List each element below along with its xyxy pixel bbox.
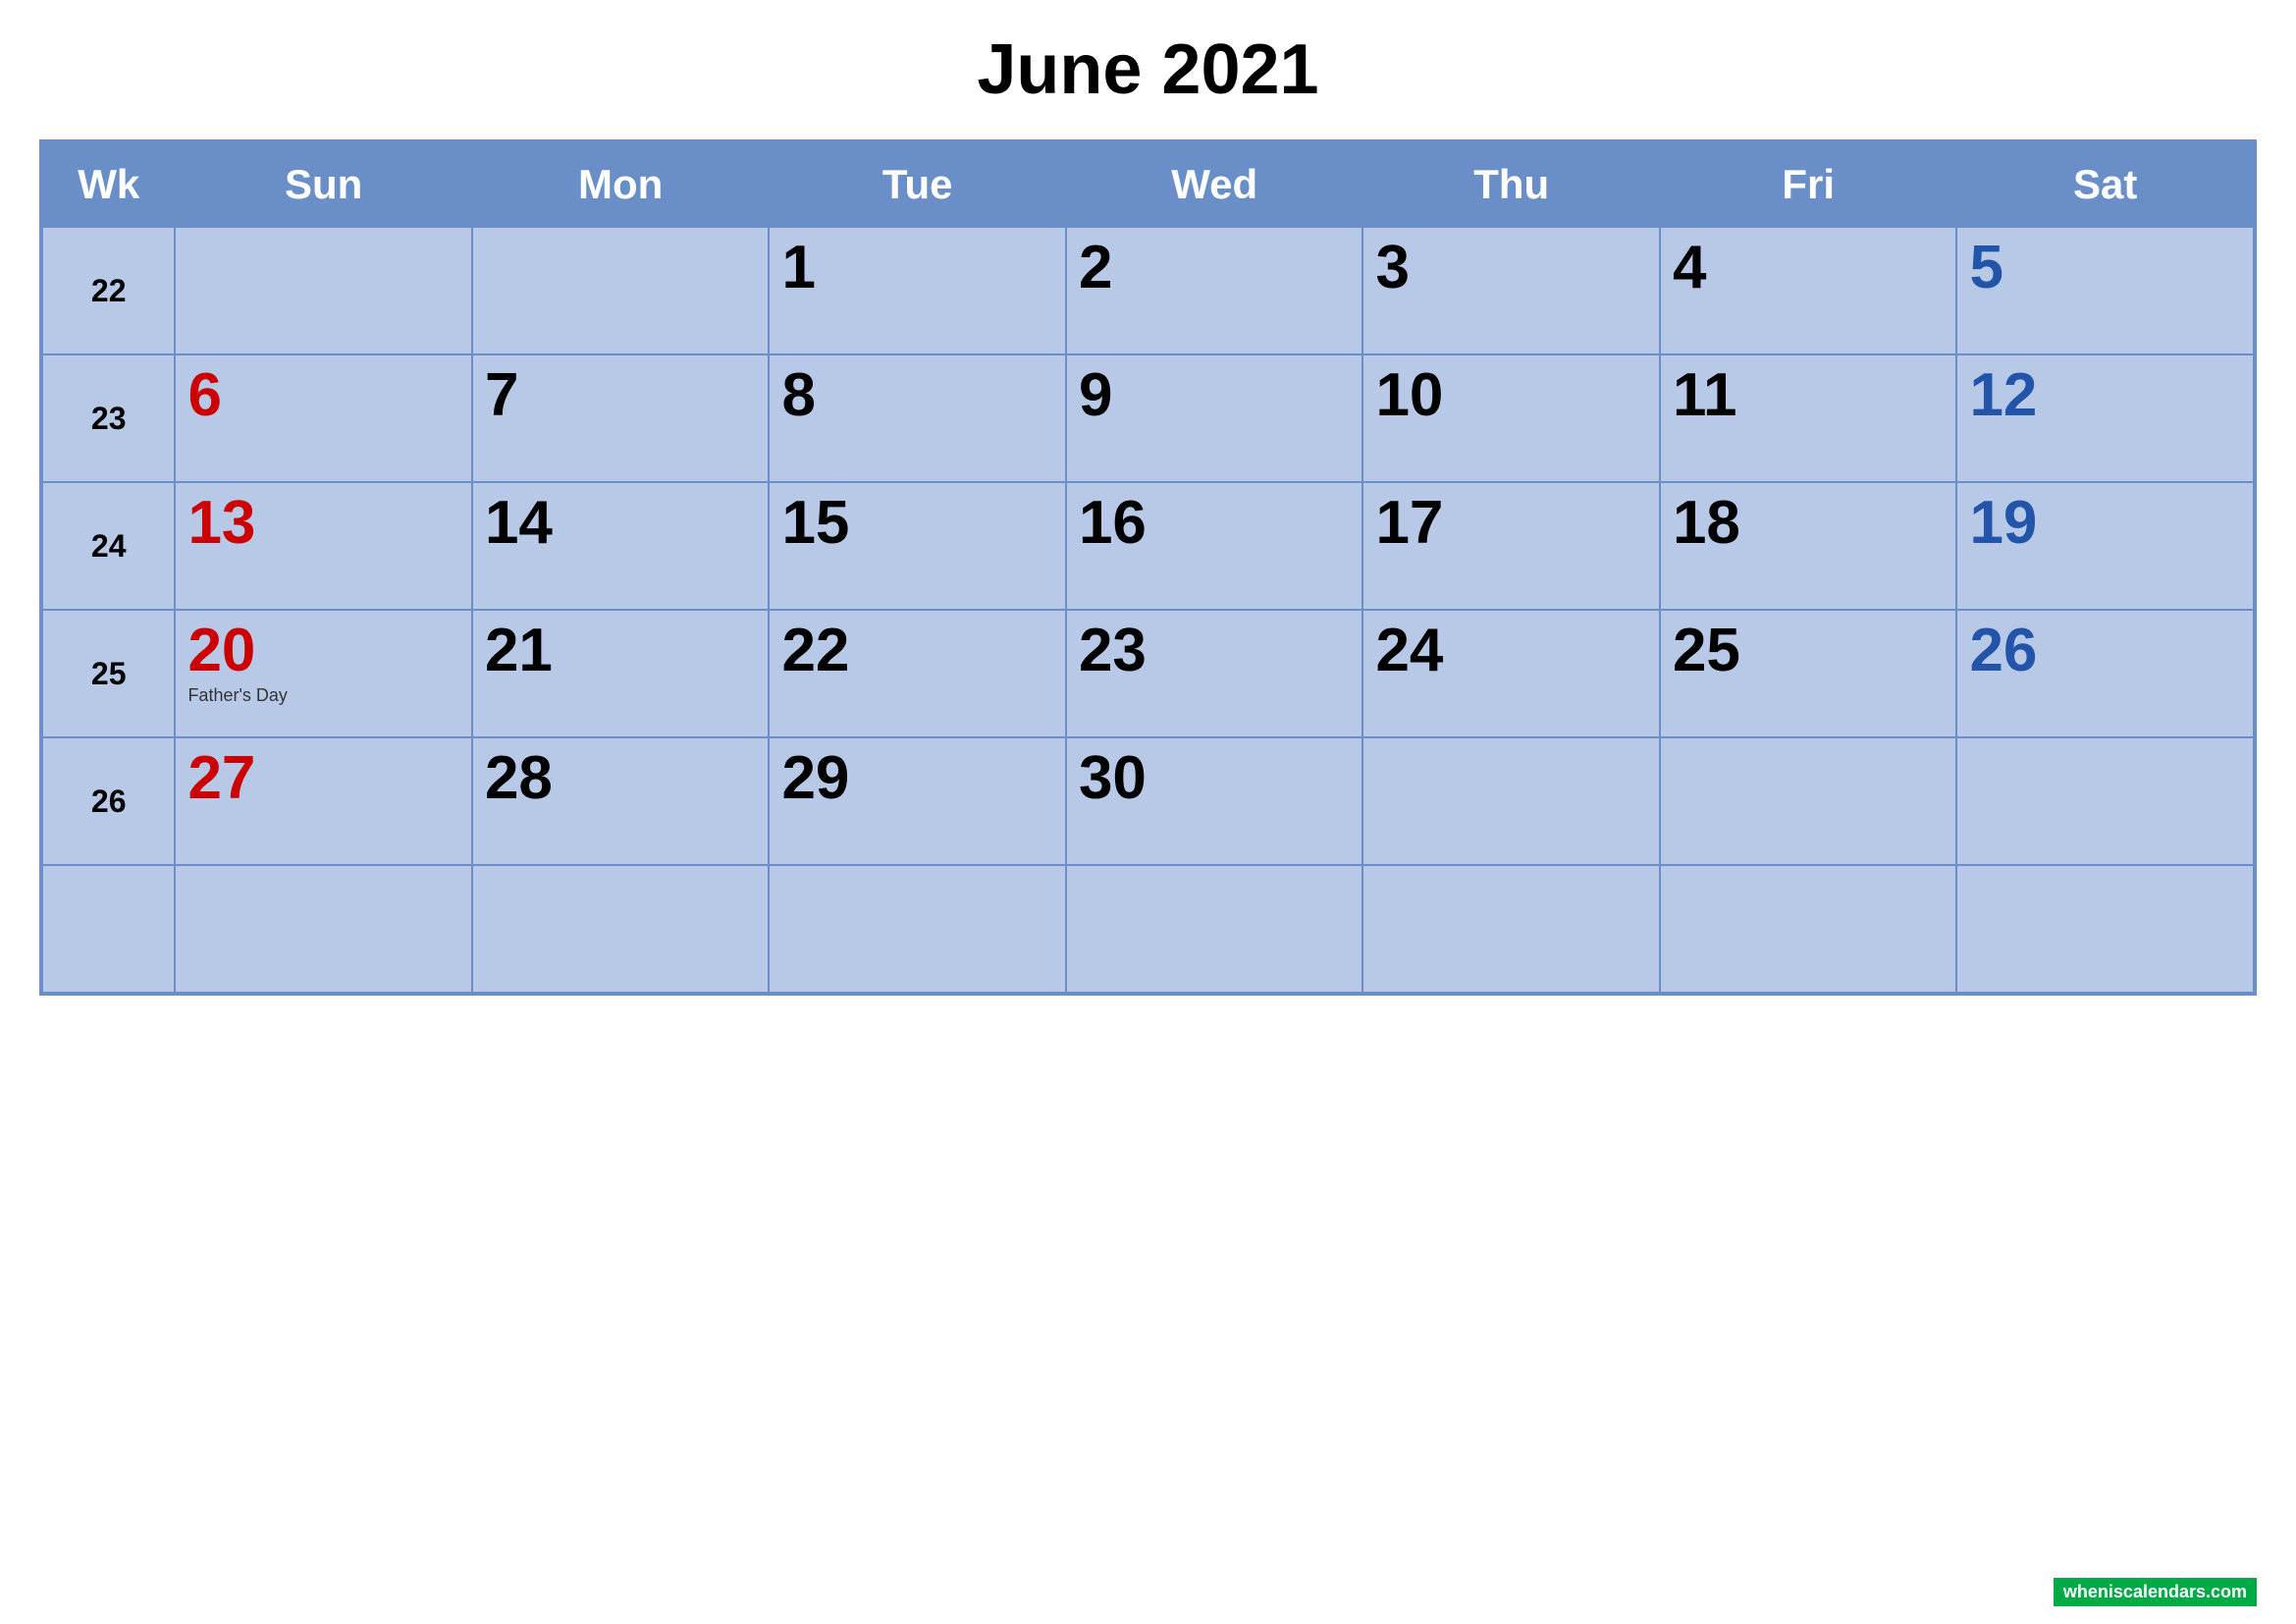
empty-last-cell <box>1956 865 2254 993</box>
day-number-17: 17 <box>1375 493 1647 554</box>
week-number-25: 25 <box>42 610 175 737</box>
day-cell-28: 28 <box>472 737 770 865</box>
day-cell-21: 21 <box>472 610 770 737</box>
day-number-16: 16 <box>1079 493 1351 554</box>
watermark-text: wheniscalendars.com <box>2063 1582 2247 1601</box>
day-cell-7: 7 <box>472 354 770 482</box>
day-cell-29: 29 <box>769 737 1066 865</box>
day-cell-4: 4 <box>1660 227 1957 354</box>
header-row: Wk Sun Mon Tue Wed Thu Fri Sat <box>42 142 2254 227</box>
day-number-7: 7 <box>485 365 757 426</box>
day-number-3: 3 <box>1375 238 1647 298</box>
calendar-row-24: 2413 14 15 16 17 18 19 <box>42 482 2254 610</box>
day-number-20: 20 <box>187 621 459 681</box>
empty-last-cell <box>42 865 175 993</box>
day-number-6: 6 <box>187 365 459 426</box>
day-number-14: 14 <box>485 493 757 554</box>
day-cell-22: 22 <box>769 610 1066 737</box>
day-number-10: 10 <box>1375 365 1647 426</box>
day-cell-26: 26 <box>1956 610 2254 737</box>
day-cell-2: 2 <box>1066 227 1363 354</box>
day-cell-1: 1 <box>769 227 1066 354</box>
empty-cell <box>1956 737 2254 865</box>
day-cell-30: 30 <box>1066 737 1363 865</box>
day-cell-25: 25 <box>1660 610 1957 737</box>
day-cell-15: 15 <box>769 482 1066 610</box>
day-number-21: 21 <box>485 621 757 681</box>
empty-last-cell <box>1066 865 1363 993</box>
header-sat: Sat <box>1956 142 2254 227</box>
header-fri: Fri <box>1660 142 1957 227</box>
day-number-4: 4 <box>1673 238 1945 298</box>
day-number-18: 18 <box>1673 493 1945 554</box>
day-number-30: 30 <box>1079 748 1351 809</box>
day-cell-17: 17 <box>1362 482 1660 610</box>
week-number-26: 26 <box>42 737 175 865</box>
calendar-row-25: 2520Father's Day212223242526 <box>42 610 2254 737</box>
day-number-1: 1 <box>781 238 1053 298</box>
day-number-24: 24 <box>1375 621 1647 681</box>
header-sun: Sun <box>175 142 472 227</box>
day-cell-18: 18 <box>1660 482 1957 610</box>
empty-last-cell <box>175 865 472 993</box>
day-number-19: 19 <box>1969 493 2241 554</box>
day-number-22: 22 <box>781 621 1053 681</box>
calendar-container: Wk Sun Mon Tue Wed Thu Fri Sat 221234523… <box>39 139 2257 996</box>
header-thu: Thu <box>1362 142 1660 227</box>
day-cell-13: 13 <box>175 482 472 610</box>
week-number-24: 24 <box>42 482 175 610</box>
day-cell-27: 27 <box>175 737 472 865</box>
day-number-2: 2 <box>1079 238 1351 298</box>
empty-cell <box>175 227 472 354</box>
day-cell-8: 8 <box>769 354 1066 482</box>
week-number-22: 22 <box>42 227 175 354</box>
empty-cell <box>1362 737 1660 865</box>
day-cell-3: 3 <box>1362 227 1660 354</box>
day-cell-9: 9 <box>1066 354 1363 482</box>
day-number-27: 27 <box>187 748 459 809</box>
header-mon: Mon <box>472 142 770 227</box>
day-cell-20: 20 Father's Day <box>175 610 472 737</box>
day-number-9: 9 <box>1079 365 1351 426</box>
calendar-row-22: 22 12345 <box>42 227 2254 354</box>
day-cell-24: 24 <box>1362 610 1660 737</box>
day-number-25: 25 <box>1673 621 1945 681</box>
header-tue: Tue <box>769 142 1066 227</box>
day-cell-11: 11 <box>1660 354 1957 482</box>
day-cell-10: 10 <box>1362 354 1660 482</box>
day-number-11: 11 <box>1673 365 1945 426</box>
day-number-23: 23 <box>1079 621 1351 681</box>
calendar-row-23: 236789 10 11 12 <box>42 354 2254 482</box>
empty-last-cell <box>472 865 770 993</box>
empty-last-cell <box>769 865 1066 993</box>
empty-row <box>42 865 2254 993</box>
empty-last-cell <box>1660 865 1957 993</box>
page-title: June 2021 <box>977 29 1318 110</box>
day-cell-14: 14 <box>472 482 770 610</box>
watermark-link[interactable]: wheniscalendars.com <box>2054 1578 2257 1606</box>
empty-cell <box>472 227 770 354</box>
day-number-13: 13 <box>187 493 459 554</box>
day-number-26: 26 <box>1969 621 2241 681</box>
day-cell-23: 23 <box>1066 610 1363 737</box>
day-cell-12: 12 <box>1956 354 2254 482</box>
day-cell-6: 6 <box>175 354 472 482</box>
day-number-28: 28 <box>485 748 757 809</box>
empty-cell <box>1660 737 1957 865</box>
calendar-row-26: 2627 28 29 30 <box>42 737 2254 865</box>
day-cell-5: 5 <box>1956 227 2254 354</box>
day-number-15: 15 <box>781 493 1053 554</box>
day-cell-19: 19 <box>1956 482 2254 610</box>
day-number-5: 5 <box>1969 238 2241 298</box>
day-number-12: 12 <box>1969 365 2241 426</box>
empty-last-cell <box>1362 865 1660 993</box>
day-cell-16: 16 <box>1066 482 1363 610</box>
day-note-20: Father's Day <box>187 685 459 706</box>
week-number-23: 23 <box>42 354 175 482</box>
header-wk: Wk <box>42 142 175 227</box>
calendar-table: Wk Sun Mon Tue Wed Thu Fri Sat 221234523… <box>41 141 2255 994</box>
header-wed: Wed <box>1066 142 1363 227</box>
day-number-8: 8 <box>781 365 1053 426</box>
day-number-29: 29 <box>781 748 1053 809</box>
